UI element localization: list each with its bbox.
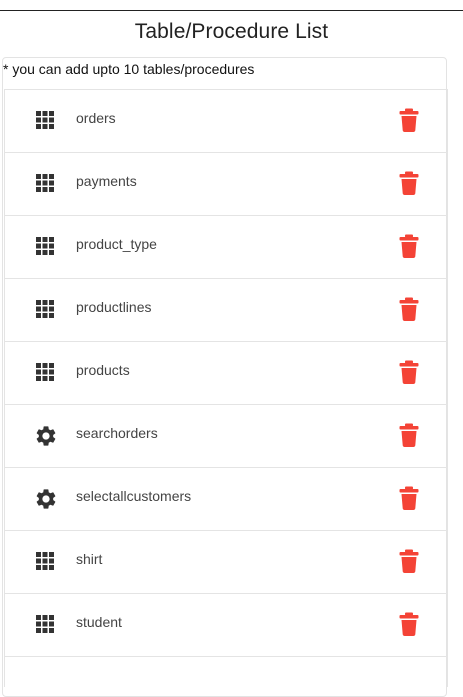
list-item[interactable]: payments xyxy=(5,153,447,216)
list-item[interactable]: searchorders xyxy=(5,405,447,468)
gear-icon xyxy=(34,487,56,509)
grid-icon xyxy=(34,235,56,257)
list-item[interactable]: selectallcustomers xyxy=(5,468,447,531)
list-item[interactable]: products xyxy=(5,342,447,405)
item-label: searchorders xyxy=(76,425,158,441)
top-divider xyxy=(0,10,463,11)
item-list: orders payments product_type productline… xyxy=(4,89,448,657)
item-label: product_type xyxy=(76,236,157,252)
grid-icon xyxy=(34,298,56,320)
list-item[interactable]: student xyxy=(5,594,447,657)
grid-icon xyxy=(34,613,56,635)
page-title: Table/Procedure List xyxy=(134,20,329,43)
item-label: productlines xyxy=(76,299,152,315)
list-item[interactable]: product_type xyxy=(5,216,447,279)
empty-row xyxy=(4,657,448,687)
grid-icon xyxy=(34,361,56,383)
item-label: shirt xyxy=(76,551,103,567)
delete-icon[interactable] xyxy=(399,549,419,573)
item-label: payments xyxy=(76,173,137,189)
grid-icon xyxy=(34,172,56,194)
delete-icon[interactable] xyxy=(399,171,419,195)
limit-note: * you can add upto 10 tables/procedures xyxy=(3,61,255,77)
list-item[interactable]: productlines xyxy=(5,279,447,342)
gear-icon xyxy=(34,424,56,446)
item-label: orders xyxy=(76,110,116,126)
delete-icon[interactable] xyxy=(399,234,419,258)
delete-icon[interactable] xyxy=(399,297,419,321)
delete-icon[interactable] xyxy=(399,108,419,132)
delete-icon[interactable] xyxy=(399,486,419,510)
delete-icon[interactable] xyxy=(399,612,419,636)
list-item[interactable]: orders xyxy=(5,90,447,153)
item-label: selectallcustomers xyxy=(76,488,192,504)
item-label: products xyxy=(76,362,130,378)
item-label: student xyxy=(76,614,122,630)
grid-icon xyxy=(34,109,56,131)
delete-icon[interactable] xyxy=(399,423,419,447)
delete-icon[interactable] xyxy=(399,360,419,384)
list-item[interactable]: shirt xyxy=(5,531,447,594)
grid-icon xyxy=(34,550,56,572)
